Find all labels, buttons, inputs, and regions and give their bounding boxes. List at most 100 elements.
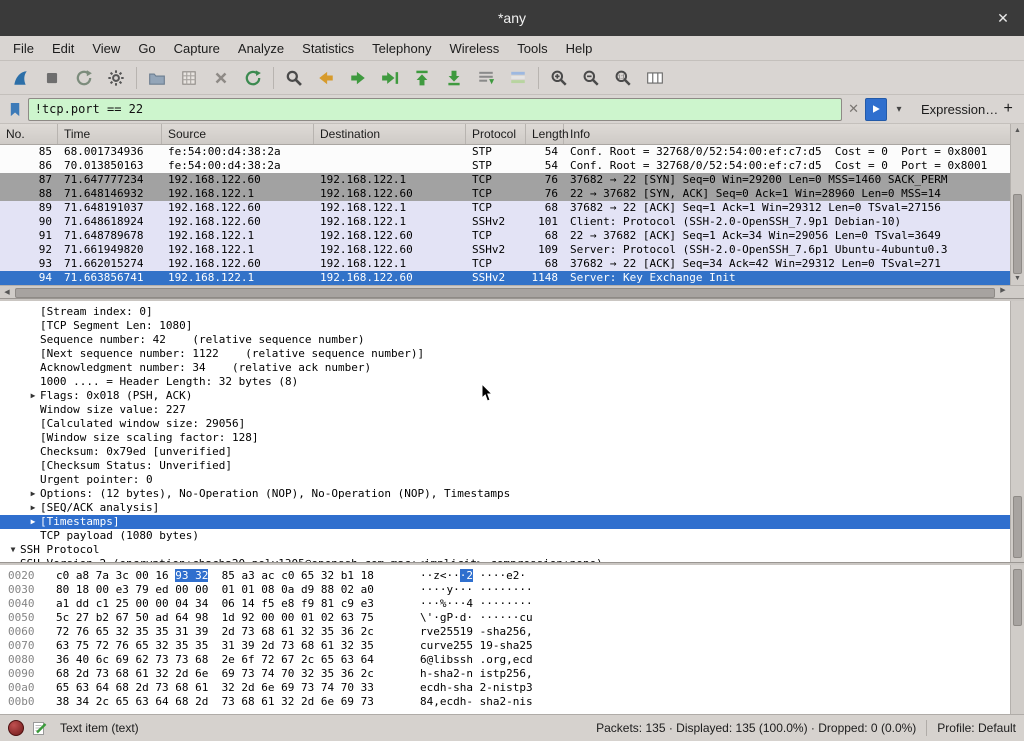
detail-line[interactable]: Checksum: 0x79ed [unverified] — [0, 445, 1024, 459]
hex-row[interactable]: 0040a1 dd c1 25 00 00 04 34 06 14 f5 e8 … — [0, 597, 1024, 611]
column-header-time[interactable]: Time — [58, 124, 162, 144]
auto-scroll-icon[interactable] — [470, 64, 502, 92]
hex-row[interactable]: 0020c0 a8 7a 3c 00 16 93 32 85 a3 ac c0 … — [0, 569, 1024, 583]
filter-clear-icon[interactable]: ✕ — [844, 99, 864, 120]
filter-bookmark-icon[interactable] — [6, 98, 26, 120]
go-last-icon[interactable] — [438, 64, 470, 92]
packet-row[interactable]: 8871.648146932192.168.122.1192.168.122.6… — [0, 187, 1024, 201]
scroll-left-icon[interactable]: ◀ — [0, 286, 14, 298]
hex-row[interactable]: 008036 40 6c 69 62 73 73 68 2e 6f 72 67 … — [0, 653, 1024, 667]
go-back-icon[interactable] — [310, 64, 342, 92]
zoom-in-icon[interactable] — [543, 64, 575, 92]
packet-row[interactable]: 9071.648618924192.168.122.60192.168.122.… — [0, 215, 1024, 229]
find-packet-icon[interactable] — [278, 64, 310, 92]
packet-row[interactable]: 8771.647777234192.168.122.60192.168.122.… — [0, 173, 1024, 187]
detail-line[interactable]: [Calculated window size: 29056] — [0, 417, 1024, 431]
column-header-info[interactable]: Info — [564, 124, 1024, 144]
hex-row[interactable]: 00b038 34 2c 65 63 64 68 2d 73 68 61 32 … — [0, 695, 1024, 709]
status-profile[interactable]: Profile: Default — [937, 721, 1016, 735]
detail-line[interactable]: Urgent pointer: 0 — [0, 473, 1024, 487]
hex-row[interactable]: 00505c 27 b2 67 50 ad 64 98 1d 92 00 00 … — [0, 611, 1024, 625]
detail-line[interactable]: ▶Flags: 0x018 (PSH, ACK) — [0, 389, 1024, 403]
hex-row[interactable]: 003080 18 00 e3 79 ed 00 00 01 01 08 0a … — [0, 583, 1024, 597]
menu-help[interactable]: Help — [557, 38, 602, 59]
detail-line[interactable]: ▶[SEQ/ACK analysis] — [0, 501, 1024, 515]
detail-line[interactable]: [Stream index: 0] — [0, 305, 1024, 319]
menu-capture[interactable]: Capture — [165, 38, 229, 59]
menu-go[interactable]: Go — [129, 38, 164, 59]
packet-row[interactable]: 9271.661949820192.168.122.1192.168.122.6… — [0, 243, 1024, 257]
menu-statistics[interactable]: Statistics — [293, 38, 363, 59]
detail-line[interactable]: Window size value: 227 — [0, 403, 1024, 417]
reload-icon[interactable] — [237, 64, 269, 92]
detail-line[interactable]: 1000 .... = Header Length: 32 bytes (8) — [0, 375, 1024, 389]
detail-line[interactable]: [Next sequence number: 1122 (relative se… — [0, 347, 1024, 361]
resize-columns-icon[interactable] — [639, 64, 671, 92]
restart-capture-icon[interactable] — [68, 64, 100, 92]
details-vertical-scrollbar[interactable] — [1010, 301, 1024, 562]
detail-line[interactable]: ▶Options: (12 bytes), No-Operation (NOP)… — [0, 487, 1024, 501]
go-forward-icon[interactable] — [342, 64, 374, 92]
detail-line[interactable]: [Window size scaling factor: 128] — [0, 431, 1024, 445]
detail-line[interactable]: [TCP Segment Len: 1080] — [0, 319, 1024, 333]
detail-line[interactable]: ▼SSH Protocol — [0, 543, 1024, 557]
scrollbar-thumb[interactable] — [1013, 496, 1022, 558]
detail-line[interactable]: SSH Version 2 (encryption:chacha20-poly1… — [0, 557, 1024, 562]
menu-edit[interactable]: Edit — [43, 38, 83, 59]
packet-row[interactable]: 8568.001734936fe:54:00:d4:38:2aSTP54Conf… — [0, 145, 1024, 159]
menu-view[interactable]: View — [83, 38, 129, 59]
expression-button[interactable]: Expression… — [921, 102, 998, 117]
start-capture-icon[interactable] — [4, 64, 36, 92]
packet-list-horizontal-scrollbar[interactable]: ◀ ▶ — [0, 285, 1024, 298]
column-header-no[interactable]: No. — [0, 124, 58, 144]
scroll-down-icon[interactable]: ▼ — [1011, 272, 1024, 285]
scrollbar-thumb[interactable] — [1013, 194, 1022, 274]
capture-options-icon[interactable] — [100, 64, 132, 92]
go-to-packet-icon[interactable] — [374, 64, 406, 92]
open-file-icon[interactable] — [141, 64, 173, 92]
menu-analyze[interactable]: Analyze — [229, 38, 293, 59]
detail-line[interactable]: Acknowledgment number: 34 (relative ack … — [0, 361, 1024, 375]
packet-row[interactable]: 8670.013850163fe:54:00:d4:38:2aSTP54Conf… — [0, 159, 1024, 173]
scroll-up-icon[interactable]: ▲ — [1011, 124, 1024, 137]
scrollbar-thumb[interactable] — [1013, 569, 1022, 626]
close-file-icon[interactable] — [205, 64, 237, 92]
menu-wireless[interactable]: Wireless — [440, 38, 508, 59]
menu-telephony[interactable]: Telephony — [363, 38, 440, 59]
column-header-source[interactable]: Source — [162, 124, 314, 144]
hex-row[interactable]: 006072 76 65 32 35 35 31 39 2d 73 68 61 … — [0, 625, 1024, 639]
column-header-length[interactable]: Length — [526, 124, 564, 144]
scrollbar-thumb[interactable] — [15, 288, 995, 298]
hex-row[interactable]: 00a065 63 64 68 2d 73 68 61 32 2d 6e 69 … — [0, 681, 1024, 695]
detail-line-selected[interactable]: ▶[Timestamps] — [0, 515, 1024, 529]
detail-line[interactable]: [Checksum Status: Unverified] — [0, 459, 1024, 473]
close-window-icon[interactable]: ✕ — [992, 7, 1014, 29]
packet-row[interactable]: 9371.662015274192.168.122.60192.168.122.… — [0, 257, 1024, 271]
detail-line[interactable]: TCP payload (1080 bytes) — [0, 529, 1024, 543]
zoom-out-icon[interactable] — [575, 64, 607, 92]
packet-row[interactable]: 9171.648789678192.168.122.1192.168.122.6… — [0, 229, 1024, 243]
filter-dropdown-icon[interactable]: ▾ — [889, 99, 909, 120]
scroll-right-icon[interactable]: ▶ — [996, 286, 1010, 294]
column-header-destination[interactable]: Destination — [314, 124, 466, 144]
packet-list-vertical-scrollbar[interactable]: ▲ ▼ — [1010, 124, 1024, 285]
save-file-icon[interactable] — [173, 64, 205, 92]
detail-line[interactable]: Sequence number: 42 (relative sequence n… — [0, 333, 1024, 347]
add-filter-button[interactable]: + — [998, 100, 1018, 118]
zoom-original-icon[interactable]: 1:1 — [607, 64, 639, 92]
column-header-protocol[interactable]: Protocol — [466, 124, 526, 144]
hex-row[interactable]: 007063 75 72 76 65 32 35 35 31 39 2d 73 … — [0, 639, 1024, 653]
packet-row[interactable]: 8971.648191037192.168.122.60192.168.122.… — [0, 201, 1024, 215]
capture-comment-icon[interactable] — [32, 720, 48, 736]
hex-row[interactable]: 009068 2d 73 68 61 32 2d 6e 69 73 74 70 … — [0, 667, 1024, 681]
menu-tools[interactable]: Tools — [508, 38, 556, 59]
filter-apply-icon[interactable] — [865, 98, 887, 121]
stop-capture-icon[interactable] — [36, 64, 68, 92]
packet-row-selected[interactable]: 9471.663856741192.168.122.1192.168.122.6… — [0, 271, 1024, 285]
expert-info-icon[interactable] — [8, 720, 24, 736]
display-filter-input[interactable]: !tcp.port == 22 — [28, 98, 842, 121]
menu-file[interactable]: File — [4, 38, 43, 59]
colorize-icon[interactable] — [502, 64, 534, 92]
go-first-icon[interactable] — [406, 64, 438, 92]
hex-vertical-scrollbar[interactable] — [1010, 565, 1024, 714]
